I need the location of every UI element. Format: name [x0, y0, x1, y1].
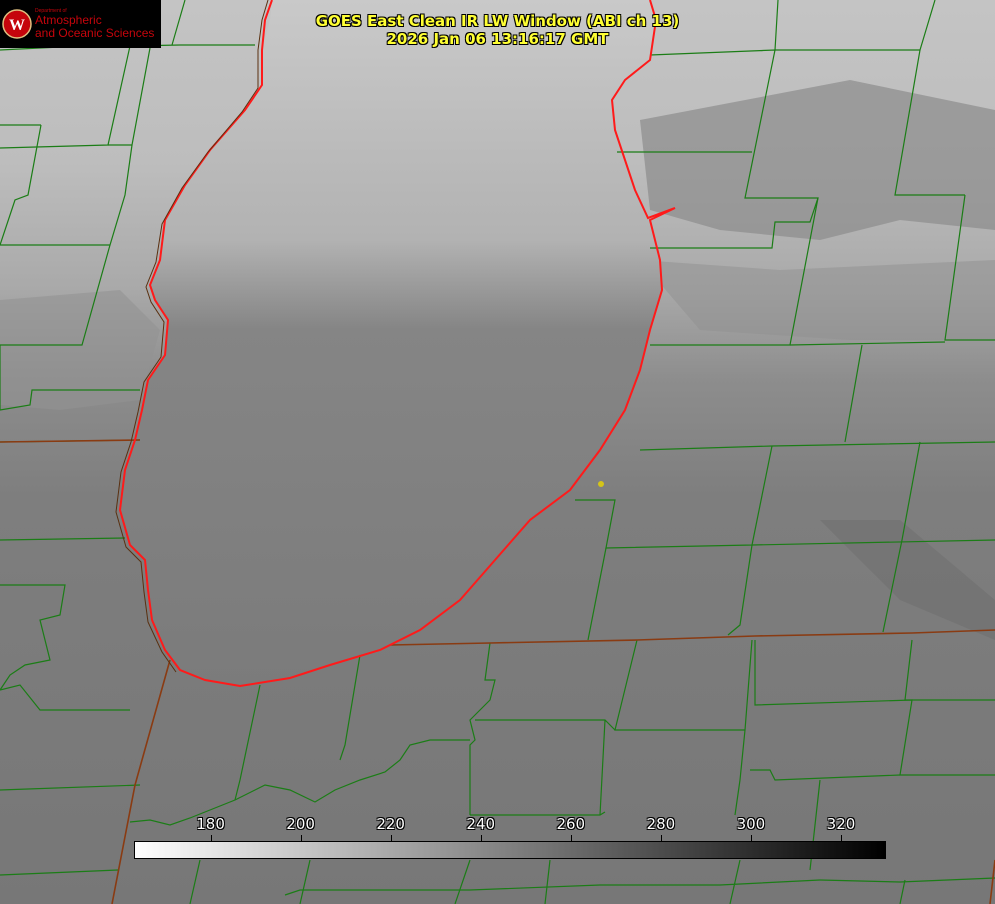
logo-title-line2: and Oceanic Sciences — [35, 25, 155, 40]
colorbar-tick-label: 320 — [826, 815, 856, 833]
colorbar-tick-mark — [570, 835, 572, 841]
colorbar-tick-label: 260 — [556, 815, 586, 833]
colorbar-tick-mark — [300, 835, 302, 841]
colorbar-tick-mark — [660, 835, 662, 841]
colorbar-tick-label: 240 — [466, 815, 496, 833]
image-title: GOES East Clean IR LW Window (ABI ch 13)… — [270, 12, 725, 48]
title-timestamp: 2026 Jan 06 13:16:17 GMT — [386, 30, 609, 48]
colorbar-tick-label: 300 — [736, 815, 766, 833]
logo-text: Department of Atmospheric and Oceanic Sc… — [35, 8, 155, 40]
cloud-band — [0, 290, 160, 410]
colorbar-tick-mark — [750, 835, 752, 841]
logo-title-line1: Atmospheric — [35, 13, 102, 28]
colorbar-tick-mark — [210, 835, 212, 841]
uw-crest-icon: W — [2, 9, 32, 39]
satellite-map — [0, 0, 995, 904]
colorbar-tick-mark — [480, 835, 482, 841]
colorbar-tick-label: 200 — [286, 815, 315, 833]
colorbar-tick-label: 180 — [196, 815, 225, 833]
title-product: GOES East Clean IR LW Window (ABI ch 13) — [315, 12, 680, 30]
colorbar-tick-label: 220 — [376, 815, 405, 833]
colorbar-tick-mark — [390, 835, 392, 841]
colorbar-tick-mark — [840, 835, 842, 841]
location-marker — [598, 481, 604, 487]
satellite-image-viewer: W Department of Atmospheric and Oceanic … — [0, 0, 995, 904]
temperature-colorbar — [134, 841, 886, 859]
uw-aos-logo: W Department of Atmospheric and Oceanic … — [0, 0, 161, 48]
svg-text:W: W — [9, 17, 25, 34]
colorbar-tick-label: 280 — [646, 815, 676, 833]
